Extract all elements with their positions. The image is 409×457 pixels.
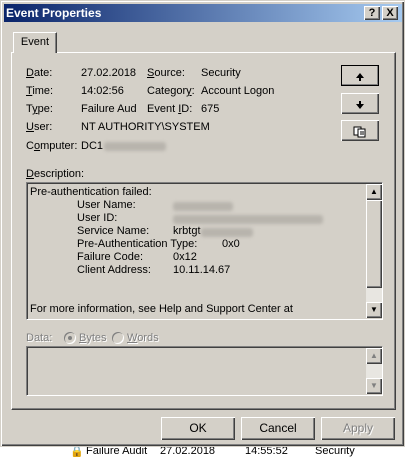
user-label: User: bbox=[26, 121, 53, 133]
date-value: 27.02.2018 bbox=[81, 67, 137, 79]
background-window-edge bbox=[405, 0, 409, 447]
close-button[interactable]: X bbox=[382, 6, 398, 20]
redacted-computer-name bbox=[104, 142, 166, 151]
data-textbox[interactable]: ▲ ▼ bbox=[26, 346, 383, 396]
description-line: 10.11.14.67 bbox=[173, 264, 231, 276]
data-label: Data: bbox=[26, 332, 53, 344]
bytes-radio-label: Bytes bbox=[79, 332, 107, 344]
description-line: For more information, see Help and Suppo… bbox=[30, 303, 293, 315]
tab-event[interactable]: Event bbox=[13, 32, 57, 53]
description-line: User Name: bbox=[77, 199, 136, 211]
bytes-radio[interactable] bbox=[64, 332, 76, 344]
warning-lock-icon: 🔒 bbox=[70, 447, 84, 457]
redacted-user-id bbox=[173, 215, 323, 224]
description-line: Pre-authentication failed: bbox=[30, 186, 152, 198]
data-scrollbar[interactable]: ▲ ▼ bbox=[366, 348, 382, 394]
category-value: Account Logon bbox=[201, 85, 275, 97]
user-value: NT AUTHORITY\SYSTEM bbox=[81, 121, 210, 133]
row-source: Security bbox=[315, 447, 355, 457]
computer-value: DC1 bbox=[81, 140, 104, 152]
date-label: Date: bbox=[26, 67, 53, 79]
redacted-service-suffix bbox=[201, 228, 253, 237]
words-radio[interactable] bbox=[112, 332, 124, 344]
next-event-button[interactable] bbox=[341, 93, 379, 114]
type-label: Type: bbox=[26, 103, 53, 115]
arrow-down-icon bbox=[356, 100, 364, 109]
help-button[interactable]: ? bbox=[364, 6, 380, 20]
row-date: 27.02.2018 bbox=[160, 447, 216, 457]
scroll-up-icon[interactable]: ▲ bbox=[366, 184, 382, 200]
type-value: Failure Aud bbox=[81, 103, 137, 115]
description-line: 0x0 bbox=[222, 238, 240, 250]
computer-label: Computer: bbox=[26, 140, 78, 152]
description-line: User ID: bbox=[77, 212, 118, 224]
description-scrollbar[interactable]: ▲ ▼ bbox=[366, 184, 382, 318]
description-textbox[interactable]: Pre-authentication failed: User Name: Us… bbox=[26, 182, 383, 320]
row-type: Failure Audit bbox=[86, 447, 148, 457]
window-title: Event Properties bbox=[6, 6, 102, 20]
description-line: Pre-Authentication Type: bbox=[77, 238, 198, 250]
redacted-user-name bbox=[173, 202, 233, 211]
source-value: Security bbox=[201, 67, 241, 79]
eventid-value: 675 bbox=[201, 103, 220, 115]
time-label: Time: bbox=[26, 85, 54, 97]
cancel-button[interactable]: Cancel bbox=[241, 417, 315, 440]
description-label: Description: bbox=[26, 168, 85, 180]
description-line: Failure Code: bbox=[77, 251, 144, 263]
copy-icon bbox=[353, 126, 366, 138]
event-properties-dialog: Event Properties ? X Event Date: 27.02.2… bbox=[0, 0, 405, 447]
eventid-label: Event ID: bbox=[147, 103, 193, 115]
time-value: 14:02:56 bbox=[81, 85, 124, 97]
scroll-down-icon[interactable]: ▼ bbox=[366, 302, 382, 318]
copy-button[interactable] bbox=[341, 120, 379, 141]
description-line: 0x12 bbox=[173, 251, 197, 263]
scroll-down-icon[interactable]: ▼ bbox=[366, 378, 382, 394]
description-line: Client Address: bbox=[77, 264, 151, 276]
previous-event-button[interactable] bbox=[341, 65, 379, 86]
description-line: Service Name: bbox=[77, 225, 150, 237]
ok-button[interactable]: OK bbox=[161, 417, 235, 440]
description-line: krbtgt bbox=[173, 225, 201, 237]
scroll-up-icon[interactable]: ▲ bbox=[366, 348, 382, 364]
arrow-up-icon bbox=[356, 72, 364, 81]
row-time: 14:55:52 bbox=[245, 447, 288, 457]
apply-button[interactable]: Apply bbox=[321, 417, 395, 440]
scroll-thumb[interactable] bbox=[366, 200, 382, 288]
category-label: Category: bbox=[147, 85, 195, 97]
background-list-row: 🔒 Failure Audit 27.02.2018 14:55:52 Secu… bbox=[0, 447, 409, 457]
title-bar[interactable]: Event Properties ? X bbox=[4, 4, 402, 22]
source-label: Source: bbox=[147, 67, 185, 79]
words-radio-label: Words bbox=[127, 332, 159, 344]
